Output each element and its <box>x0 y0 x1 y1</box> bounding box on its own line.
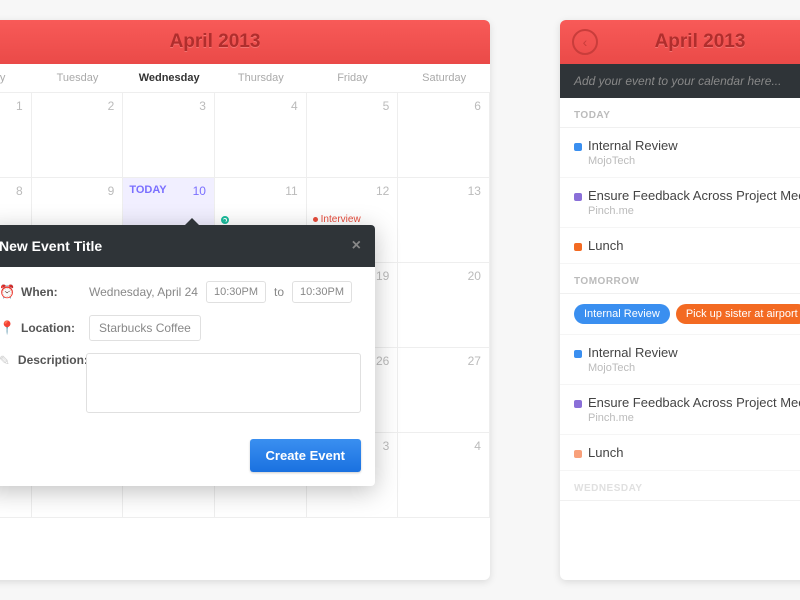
item-title: Lunch <box>588 238 623 253</box>
date-number: 6 <box>474 99 481 113</box>
date-number: 5 <box>383 99 390 113</box>
date-number: 20 <box>468 269 481 283</box>
date-number: 2 <box>108 99 115 113</box>
date-number: 9 <box>108 184 115 198</box>
description-input[interactable] <box>86 353 361 413</box>
item-title: Lunch <box>588 445 623 460</box>
date-number: 4 <box>474 439 481 453</box>
agenda-body: TODAY Internal Review MojoTech Ensure Feedb… <box>560 98 800 501</box>
color-swatch-icon <box>574 450 582 458</box>
item-title: Ensure Feedback Across Project Meet <box>588 188 800 203</box>
add-event-input[interactable]: Add your event to your calendar here... <box>560 64 800 98</box>
clock-icon: ⏰ <box>0 284 13 300</box>
event-dot-icon <box>313 217 318 222</box>
date-number: 3 <box>199 99 206 113</box>
pencil-icon: ✎ <box>0 353 10 369</box>
popover-title: New Event Title <box>0 238 102 254</box>
item-subtitle: Pinch.me <box>588 205 800 217</box>
day-header: Tuesday <box>32 64 124 92</box>
list-item[interactable]: Internal Review MojoTech <box>560 335 800 385</box>
list-item[interactable]: Lunch <box>560 435 800 471</box>
date-number: 19 <box>376 269 389 283</box>
list-item[interactable]: Lunch <box>560 228 800 264</box>
item-subtitle: Pinch.me <box>588 412 800 424</box>
day-header: Wednesday <box>123 64 215 92</box>
calendar-cell[interactable]: 1 <box>0 93 32 178</box>
color-swatch-icon <box>574 243 582 251</box>
calendar-title: April 2013 <box>0 20 490 64</box>
description-label: Description: <box>18 353 78 367</box>
pin-icon: 📍 <box>0 320 13 336</box>
day-header: Thursday <box>215 64 307 92</box>
create-event-button[interactable]: Create Event <box>250 439 361 472</box>
calendar-cell[interactable]: 6 <box>398 93 490 178</box>
location-label: Location: <box>21 321 81 335</box>
event-pill[interactable]: Pick up sister at airport <box>676 304 800 324</box>
item-subtitle: MojoTech <box>588 362 800 374</box>
date-number: 3 <box>383 439 390 453</box>
agenda-card: ‹ April 2013 Add your event to your cale… <box>560 20 800 580</box>
day-header: Friday <box>307 64 399 92</box>
date-number: 13 <box>468 184 481 198</box>
item-subtitle: MojoTech <box>588 155 800 167</box>
section-header: TOMORROW <box>560 264 800 294</box>
color-swatch-icon <box>574 143 582 151</box>
date-number: 1 <box>16 99 23 113</box>
close-icon[interactable]: × <box>352 237 361 255</box>
item-title: Internal Review <box>588 138 678 153</box>
when-row: ⏰ When: Wednesday, April 24 10:30PM to 1… <box>0 281 361 303</box>
popover-header: New Event Title × <box>0 225 375 267</box>
day-header: Monday <box>0 64 32 92</box>
calendar-cell[interactable]: 3 <box>123 93 215 178</box>
event-dot-icon <box>221 216 229 224</box>
color-swatch-icon <box>574 350 582 358</box>
date-number: 8 <box>16 184 23 198</box>
calendar-cell[interactable]: 13 <box>398 178 490 263</box>
date-number: 11 <box>285 184 297 198</box>
date-number: 4 <box>291 99 298 113</box>
item-title: Internal Review <box>588 345 678 360</box>
pill-row: Internal Review Pick up sister at airport <box>560 294 800 335</box>
calendar-cell[interactable]: 20 <box>398 263 490 348</box>
description-row: ✎ Description: <box>0 353 361 413</box>
date-number: 26 <box>376 354 389 368</box>
color-swatch-icon <box>574 193 582 201</box>
event-label: Interview <box>321 214 361 225</box>
list-item[interactable]: Ensure Feedback Across Project Meet Pinch… <box>560 178 800 228</box>
section-header: WEDNESDAY <box>560 471 800 501</box>
location-input[interactable]: Starbucks Coffee <box>89 315 201 341</box>
section-header: TODAY <box>560 98 800 128</box>
when-label: When: <box>21 285 81 299</box>
today-label: TODAY <box>129 184 166 196</box>
day-headers: MondayTuesdayWednesdayThursdayFridaySatu… <box>0 64 490 93</box>
end-time-input[interactable]: 10:30PM <box>292 281 352 303</box>
color-swatch-icon <box>574 400 582 408</box>
start-time-input[interactable]: 10:30PM <box>206 281 266 303</box>
list-item[interactable]: Ensure Feedback Across Project Meet Pinch… <box>560 385 800 435</box>
to-label: to <box>274 285 284 299</box>
calendar-cell[interactable]: 4 <box>215 93 307 178</box>
location-row: 📍 Location: Starbucks Coffee <box>0 315 361 341</box>
new-event-popover: New Event Title × ⏰ When: Wednesday, Apr… <box>0 225 375 486</box>
day-header: Saturday <box>398 64 490 92</box>
date-number: 12 <box>376 184 389 198</box>
when-date: Wednesday, April 24 <box>89 285 198 299</box>
calendar-card: April 2013 MondayTuesdayWednesdayThursda… <box>0 20 490 580</box>
event-pill[interactable]: Internal Review <box>574 304 670 324</box>
event-chip[interactable]: Interview <box>313 214 392 225</box>
calendar-cell[interactable]: 2 <box>32 93 124 178</box>
agenda-header: ‹ April 2013 <box>560 20 800 64</box>
back-button[interactable]: ‹ <box>572 29 598 55</box>
chevron-left-icon: ‹ <box>583 34 588 50</box>
calendar-cell[interactable]: 27 <box>398 348 490 433</box>
item-title: Ensure Feedback Across Project Meet <box>588 395 800 410</box>
date-number: 10 <box>193 184 206 198</box>
calendar-cell[interactable]: 4 <box>398 433 490 518</box>
list-item[interactable]: Internal Review MojoTech <box>560 128 800 178</box>
calendar-cell[interactable]: 5 <box>307 93 399 178</box>
agenda-title: April 2013 <box>655 31 746 53</box>
date-number: 27 <box>468 354 481 368</box>
